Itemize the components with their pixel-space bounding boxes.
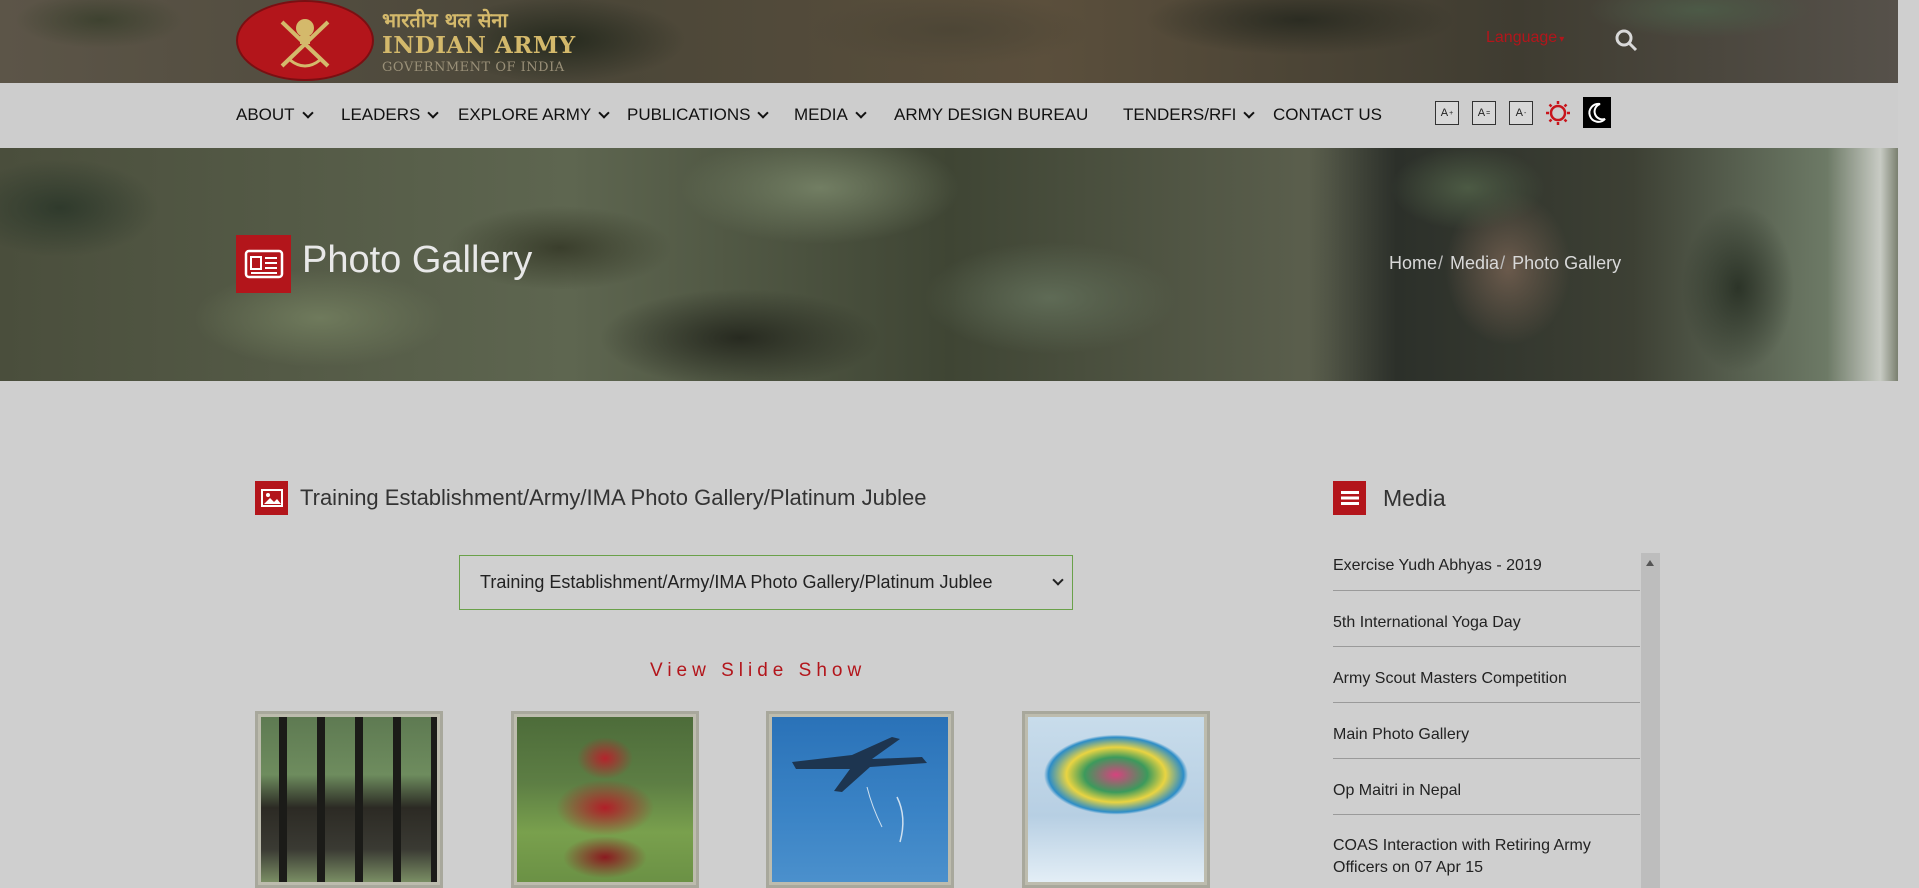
gallery-thumbnail[interactable] (511, 711, 699, 888)
breadcrumb-separator: / (1500, 253, 1506, 273)
list-item[interactable]: Main Photo Gallery (1333, 703, 1640, 759)
crossed-swords-icon (280, 18, 330, 67)
nav-leaders[interactable]: LEADERS (341, 105, 440, 125)
font-normal-sup: = (1486, 109, 1491, 117)
font-decrease-sup: - (1524, 109, 1527, 117)
chevron-down-icon (1052, 574, 1064, 586)
nav-explore-army-label: EXPLORE ARMY (458, 105, 592, 124)
scroll-up-arrow-icon[interactable] (1646, 560, 1654, 566)
image-icon (255, 481, 288, 515)
chevron-down-icon (757, 107, 770, 119)
breadcrumb-media[interactable]: Media (1450, 253, 1499, 273)
font-decrease-letter: A (1515, 107, 1523, 119)
nav-about-label: ABOUT (236, 105, 295, 124)
chevron-down-icon (301, 107, 314, 119)
nav-media[interactable]: MEDIA (794, 105, 867, 125)
nav-tenders-rfi-label: TENDERS/RFI (1123, 105, 1237, 124)
thumbnail-image-dogs-parade (261, 717, 437, 882)
nav-contact-us-label: CONTACT US (1273, 105, 1382, 124)
nav-army-design-bureau[interactable]: ARMY DESIGN BUREAU (894, 105, 1088, 125)
chevron-down-icon (855, 107, 867, 119)
font-decrease-button[interactable]: A- (1509, 101, 1533, 125)
font-normal-button[interactable]: A = (1472, 101, 1496, 125)
nav-publications-label: PUBLICATIONS (627, 105, 751, 124)
font-increase-button[interactable]: A + (1435, 101, 1459, 125)
logo-government: GOVERNMENT OF INDIA (382, 60, 565, 75)
menu-icon (1333, 481, 1366, 515)
gallery-thumbnail[interactable] (766, 711, 954, 888)
font-normal-letter: A (1477, 107, 1486, 119)
media-list: Exercise Yudh Abhyas - 2019 5th Internat… (1333, 555, 1640, 885)
sidebar-title: Media (1383, 484, 1446, 511)
newspaper-icon (236, 235, 291, 293)
breadcrumb-current: Photo Gallery (1512, 253, 1622, 273)
chevron-down-icon (427, 107, 440, 119)
nav-army-design-bureau-label: ARMY DESIGN BUREAU (894, 105, 1089, 124)
list-item[interactable]: Army Scout Masters Competition (1333, 647, 1640, 703)
nav-publications[interactable]: PUBLICATIONS (627, 105, 770, 125)
thumbnail-image-parachute (1028, 717, 1204, 882)
view-slide-show-link[interactable]: View Slide Show (650, 660, 866, 682)
nav-leaders-label: LEADERS (341, 105, 421, 124)
list-item[interactable]: Op Maitri in Nepal (1333, 759, 1640, 815)
language-dropdown[interactable]: Language ▾ (1486, 29, 1564, 47)
chevron-down-icon (598, 107, 610, 119)
list-item[interactable]: COAS Interaction with Retiring Army Offi… (1333, 815, 1640, 885)
caret-down-icon: ▾ (1559, 34, 1565, 45)
nav-tenders-rfi[interactable]: TENDERS/RFI (1123, 105, 1256, 125)
sidebar-heading: Media (1333, 481, 1446, 515)
breadcrumb-home[interactable]: Home (1389, 253, 1437, 273)
sidebar-scrollbar[interactable] (1641, 553, 1660, 888)
gallery-heading: Training Establishment/Army/IMA Photo Ga… (255, 481, 926, 515)
logo-hindi: भारतीय थल सेना (382, 8, 508, 32)
chevron-down-icon (1243, 107, 1256, 119)
logo-text[interactable]: भारतीय थल सेना INDIAN ARMY GOVERNMENT OF… (382, 8, 576, 75)
list-item[interactable]: 5th International Yoga Day (1333, 591, 1640, 647)
army-emblem-logo[interactable] (236, 0, 374, 81)
breadcrumb: Home/ Media/ Photo Gallery (1389, 253, 1621, 274)
gallery-thumbnail[interactable] (255, 711, 443, 888)
gallery-category-select[interactable]: Training Establishment/Army/IMA Photo Ga… (459, 555, 1073, 610)
thumbnail-image-motorcycle-display (517, 717, 693, 882)
nav-media-label: MEDIA (794, 105, 848, 124)
gallery-select-value: Training Establishment/Army/IMA Photo Ga… (480, 572, 993, 592)
language-label: Language (1486, 29, 1558, 46)
dark-theme-moon-icon[interactable] (1583, 97, 1611, 128)
font-increase-letter: A (1440, 107, 1449, 119)
thumbnail-image-aircraft (772, 717, 948, 882)
nav-contact-us[interactable]: CONTACT US (1273, 105, 1382, 125)
logo-english: INDIAN ARMY (382, 32, 576, 59)
search-icon[interactable] (1614, 28, 1638, 52)
font-increase-sup: + (1449, 109, 1454, 117)
list-item[interactable]: Exercise Yudh Abhyas - 2019 (1333, 555, 1640, 591)
nav-about[interactable]: ABOUT (236, 105, 314, 125)
aircraft-icon (792, 737, 927, 843)
page-title: Photo Gallery (302, 239, 533, 281)
light-theme-sun-icon[interactable] (1545, 100, 1571, 126)
gallery-title: Training Establishment/Army/IMA Photo Ga… (300, 485, 927, 510)
breadcrumb-separator: / (1438, 253, 1444, 273)
gallery-thumbnail[interactable] (1022, 711, 1210, 888)
nav-explore-army[interactable]: EXPLORE ARMY (458, 105, 610, 125)
